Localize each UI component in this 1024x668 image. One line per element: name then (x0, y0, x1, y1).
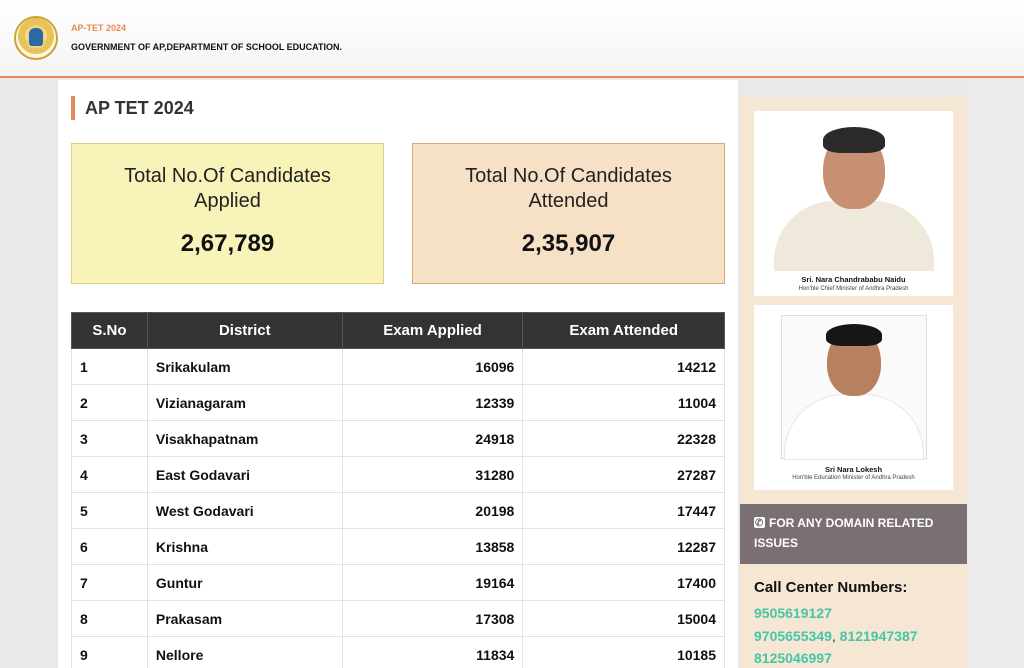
cell-sno: 8 (71, 600, 148, 637)
phone-icon (754, 514, 765, 534)
header-sno: S.No (71, 312, 148, 349)
cell-district: Guntur (146, 564, 343, 601)
cell-attended: 14212 (522, 348, 725, 385)
cell-sno: 5 (71, 492, 148, 529)
call-center-title: Call Center Numbers: (754, 579, 908, 596)
cell-sno: 9 (71, 636, 148, 668)
cell-applied: 17308 (341, 600, 524, 637)
cell-attended: 17400 (522, 564, 725, 601)
table-row: 6 Krishna 13858 12287 (71, 528, 725, 565)
table-row: 8 Prakasam 17308 15004 (71, 600, 725, 637)
education-minister-name: Sri Nara Lokesh (824, 465, 883, 474)
attended-label: Total No.Of Candidates Attended (465, 165, 672, 212)
cell-district: Srikakulam (146, 348, 343, 385)
cell-sno: 7 (71, 564, 148, 601)
header-subtitle: GOVERNMENT OF AP,DEPARTMENT OF SCHOOL ED… (71, 42, 343, 52)
cell-district: Vizianagaram (146, 384, 343, 421)
cell-attended: 27287 (522, 456, 725, 493)
cell-applied: 19164 (341, 564, 524, 601)
sidebar: Sri. Nara Chandrababu Naidu Hon'ble Chie… (740, 97, 967, 668)
portrait-body (773, 201, 934, 271)
table-row: 5 West Godavari 20198 17447 (71, 492, 725, 529)
ap-emblem-logo (14, 16, 58, 60)
cell-district: Prakasam (146, 600, 343, 637)
chief-minister-card: Sri. Nara Chandrababu Naidu Hon'ble Chie… (754, 111, 953, 296)
cell-sno: 1 (71, 348, 148, 385)
cell-sno: 2 (71, 384, 148, 421)
header-district: District (146, 312, 343, 349)
phone-number-link[interactable]: 8125046997 (754, 650, 832, 666)
cell-district: West Godavari (146, 492, 343, 529)
domain-issues-text: FOR ANY DOMAIN RELATED ISSUES (754, 516, 934, 550)
cell-attended: 17447 (522, 492, 725, 529)
cell-attended: 10185 (522, 636, 725, 668)
cell-applied: 12339 (341, 384, 524, 421)
chief-minister-photo (773, 121, 934, 271)
domain-issues-box: FOR ANY DOMAIN RELATED ISSUES (740, 504, 967, 564)
call-center-numbers: 9505619127 9705655349, 8121947387 812504… (754, 605, 918, 666)
chief-minister-name: Sri. Nara Chandrababu Naidu (801, 275, 906, 284)
district-table: S.No District Exam Applied Exam Attended… (71, 312, 725, 668)
applied-stat-card: Total No.Of Candidates Applied 2,67,789 (71, 143, 384, 284)
phone-number-link[interactable]: 8121947387 (840, 628, 918, 644)
cell-district: Visakhapatnam (146, 420, 343, 457)
header-title: AP-TET 2024 (71, 23, 127, 33)
cell-applied: 24918 (341, 420, 524, 457)
table-row: 2 Vizianagaram 12339 11004 (71, 384, 725, 421)
education-minister-card: Sri Nara Lokesh Hon'ble Education Minist… (754, 305, 953, 490)
cell-applied: 31280 (341, 456, 524, 493)
chief-minister-role: Hon'ble Chief Minister of Andhra Pradesh (798, 286, 909, 292)
table-row: 7 Guntur 19164 17400 (71, 564, 725, 601)
cell-applied: 11834 (341, 636, 524, 668)
education-minister-role: Hon'ble Education Minister of Andhra Pra… (792, 475, 915, 481)
portrait-hair (822, 127, 885, 153)
cell-attended: 11004 (522, 384, 725, 421)
table-header-row: S.No District Exam Applied Exam Attended (71, 312, 725, 349)
applied-value: 2,67,789 (180, 230, 275, 257)
main-content: AP TET 2024 Total No.Of Candidates Appli… (58, 80, 738, 668)
phone-number-link[interactable]: 9705655349 (754, 628, 832, 644)
page-title: AP TET 2024 (71, 96, 194, 120)
cell-applied: 16096 (341, 348, 524, 385)
table-row: 4 East Godavari 31280 27287 (71, 456, 725, 493)
cell-applied: 13858 (341, 528, 524, 565)
attended-value: 2,35,907 (521, 230, 616, 257)
table-row: 3 Visakhapatnam 24918 22328 (71, 420, 725, 457)
cell-district: East Godavari (146, 456, 343, 493)
site-header: AP-TET 2024 GOVERNMENT OF AP,DEPARTMENT … (0, 0, 1024, 78)
table-row: 9 Nellore 11834 10185 (71, 636, 725, 668)
cell-attended: 15004 (522, 600, 725, 637)
cell-attended: 22328 (522, 420, 725, 457)
cell-district: Nellore (146, 636, 343, 668)
cell-district: Krishna (146, 528, 343, 565)
right-margin (967, 80, 1024, 668)
phone-number-link[interactable]: 9505619127 (754, 605, 832, 621)
cell-sno: 6 (71, 528, 148, 565)
cell-sno: 3 (71, 420, 148, 457)
applied-label: Total No.Of Candidates Applied (124, 165, 331, 212)
portrait-hair (825, 324, 882, 346)
education-minister-photo (780, 315, 927, 460)
header-exam-applied: Exam Applied (341, 312, 524, 349)
cell-sno: 4 (71, 456, 148, 493)
cell-applied: 20198 (341, 492, 524, 529)
table-row: 1 Srikakulam 16096 14212 (71, 348, 725, 385)
attended-stat-card: Total No.Of Candidates Attended 2,35,907 (412, 143, 725, 284)
portrait-body (783, 394, 924, 460)
cell-attended: 12287 (522, 528, 725, 565)
header-exam-attended: Exam Attended (522, 312, 725, 349)
